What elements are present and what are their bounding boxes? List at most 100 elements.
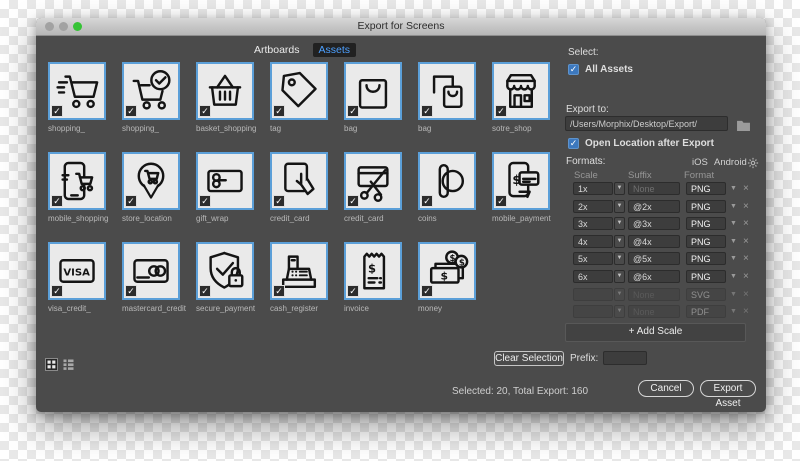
asset-checkbox[interactable]: ✓ xyxy=(51,285,63,297)
asset-checkbox[interactable]: ✓ xyxy=(125,105,137,117)
open-location-checkbox[interactable]: ✓ xyxy=(568,138,579,149)
list-view-toggle[interactable] xyxy=(62,358,75,371)
asset-checkbox[interactable]: ✓ xyxy=(125,195,137,207)
asset-checkbox[interactable]: ✓ xyxy=(273,195,285,207)
asset-tile[interactable]: ✓ tag xyxy=(270,62,328,133)
asset-tile[interactable]: $ ✓ mobile_payment xyxy=(492,152,551,223)
format-select[interactable]: PNG xyxy=(686,251,726,265)
format-chevron-icon[interactable]: ▼ xyxy=(730,185,737,192)
export-asset-button[interactable]: Export Asset xyxy=(700,380,756,409)
asset-checkbox[interactable]: ✓ xyxy=(421,285,433,297)
asset-tile[interactable]: ✓ cash_register xyxy=(270,242,328,313)
scale-select[interactable]: 2x xyxy=(573,199,613,213)
asset-tile[interactable]: ✓ gift_wrap xyxy=(196,152,254,223)
prefix-input[interactable] xyxy=(603,351,647,365)
export-path-input[interactable] xyxy=(565,116,728,131)
asset-checkbox[interactable]: ✓ xyxy=(347,285,359,297)
asset-checkbox[interactable]: ✓ xyxy=(199,195,211,207)
format-chevron-icon[interactable]: ▼ xyxy=(730,238,737,245)
format-chevron-icon[interactable]: ▼ xyxy=(730,291,737,298)
scale-select[interactable]: 1x xyxy=(573,181,613,195)
scale-select[interactable] xyxy=(573,304,613,318)
asset-checkbox[interactable]: ✓ xyxy=(51,105,63,117)
scale-select[interactable]: 3x xyxy=(573,216,613,230)
format-chevron-icon[interactable]: ▼ xyxy=(730,308,737,315)
all-assets-checkbox[interactable]: ✓ xyxy=(568,64,579,75)
scale-dropdown-icon[interactable]: ▼ xyxy=(614,304,625,318)
asset-tile[interactable]: ✓ credit_card xyxy=(270,152,328,223)
scale-dropdown-icon[interactable]: ▼ xyxy=(614,251,625,265)
format-select[interactable]: PDF xyxy=(686,304,726,318)
format-select[interactable]: SVG xyxy=(686,287,726,301)
remove-row-icon[interactable]: × xyxy=(743,270,749,283)
asset-checkbox[interactable]: ✓ xyxy=(495,105,507,117)
tab-assets[interactable]: Assets xyxy=(312,43,357,57)
asset-checkbox[interactable]: ✓ xyxy=(421,195,433,207)
scale-dropdown-icon[interactable]: ▼ xyxy=(614,181,625,195)
scale-select[interactable]: 6x xyxy=(573,269,613,283)
scale-dropdown-icon[interactable]: ▼ xyxy=(614,269,625,283)
format-chevron-icon[interactable]: ▼ xyxy=(730,255,737,262)
scale-select[interactable] xyxy=(573,287,613,301)
asset-checkbox[interactable]: ✓ xyxy=(347,105,359,117)
scale-select[interactable]: 4x xyxy=(573,234,613,248)
grid-view-toggle[interactable] xyxy=(45,358,58,371)
asset-checkbox[interactable]: ✓ xyxy=(347,195,359,207)
clear-selection-button[interactable]: Clear Selection xyxy=(494,351,564,366)
preset-ios-link[interactable]: iOS xyxy=(692,157,708,168)
scale-dropdown-icon[interactable]: ▼ xyxy=(614,234,625,248)
asset-tile[interactable]: ✓ store_location xyxy=(122,152,180,223)
cancel-button[interactable]: Cancel xyxy=(638,380,694,397)
suffix-input[interactable]: @5x xyxy=(628,251,680,265)
remove-row-icon[interactable]: × xyxy=(743,200,749,213)
folder-icon[interactable] xyxy=(736,118,751,136)
asset-tile[interactable]: ✓ bag xyxy=(418,62,476,133)
asset-checkbox[interactable]: ✓ xyxy=(273,285,285,297)
asset-tile[interactable]: $ ✓ invoice xyxy=(344,242,402,313)
suffix-input[interactable]: @4x xyxy=(628,234,680,248)
suffix-input[interactable]: None xyxy=(628,287,680,301)
preset-android-link[interactable]: Android xyxy=(714,157,747,168)
format-chevron-icon[interactable]: ▼ xyxy=(730,220,737,227)
asset-checkbox[interactable]: ✓ xyxy=(51,195,63,207)
asset-tile[interactable]: ✓ credit_card xyxy=(344,152,402,223)
asset-tile[interactable]: ✓ basket_shopping xyxy=(196,62,257,133)
asset-tile[interactable]: ✓ coins xyxy=(418,152,476,223)
remove-row-icon[interactable]: × xyxy=(743,288,749,301)
asset-tile[interactable]: ✓ mobile_shopping xyxy=(48,152,109,223)
asset-tile[interactable]: ✓ secure_payment xyxy=(196,242,255,313)
asset-tile[interactable]: ✓ bag xyxy=(344,62,402,133)
scale-dropdown-icon[interactable]: ▼ xyxy=(614,216,625,230)
add-scale-button[interactable]: + Add Scale xyxy=(565,323,746,342)
suffix-input[interactable]: None xyxy=(628,181,680,195)
title-bar[interactable]: Export for Screens xyxy=(36,18,766,36)
format-chevron-icon[interactable]: ▼ xyxy=(730,203,737,210)
suffix-input[interactable]: @6x xyxy=(628,269,680,283)
remove-row-icon[interactable]: × xyxy=(743,305,749,318)
asset-tile[interactable]: $ $ $ ✓ money xyxy=(418,242,476,313)
format-select[interactable]: PNG xyxy=(686,234,726,248)
format-chevron-icon[interactable]: ▼ xyxy=(730,273,737,280)
format-settings-gear-icon[interactable] xyxy=(747,156,759,174)
remove-row-icon[interactable]: × xyxy=(743,182,749,195)
remove-row-icon[interactable]: × xyxy=(743,252,749,265)
remove-row-icon[interactable]: × xyxy=(743,235,749,248)
format-select[interactable]: PNG xyxy=(686,181,726,195)
suffix-input[interactable]: @2x xyxy=(628,199,680,213)
scale-dropdown-icon[interactable]: ▼ xyxy=(614,199,625,213)
asset-checkbox[interactable]: ✓ xyxy=(125,285,137,297)
asset-checkbox[interactable]: ✓ xyxy=(199,105,211,117)
asset-checkbox[interactable]: ✓ xyxy=(273,105,285,117)
asset-tile[interactable]: ✓ shopping_ xyxy=(122,62,180,133)
remove-row-icon[interactable]: × xyxy=(743,217,749,230)
suffix-input[interactable]: None xyxy=(628,304,680,318)
asset-checkbox[interactable]: ✓ xyxy=(199,285,211,297)
format-select[interactable]: PNG xyxy=(686,269,726,283)
asset-checkbox[interactable]: ✓ xyxy=(421,105,433,117)
format-select[interactable]: PNG xyxy=(686,199,726,213)
format-select[interactable]: PNG xyxy=(686,216,726,230)
suffix-input[interactable]: @3x xyxy=(628,216,680,230)
asset-tile[interactable]: VISA ✓ visa_credit_ xyxy=(48,242,106,313)
asset-tile[interactable]: ✓ sotre_shop xyxy=(492,62,550,133)
asset-tile[interactable]: ✓ mastercard_credit xyxy=(122,242,186,313)
